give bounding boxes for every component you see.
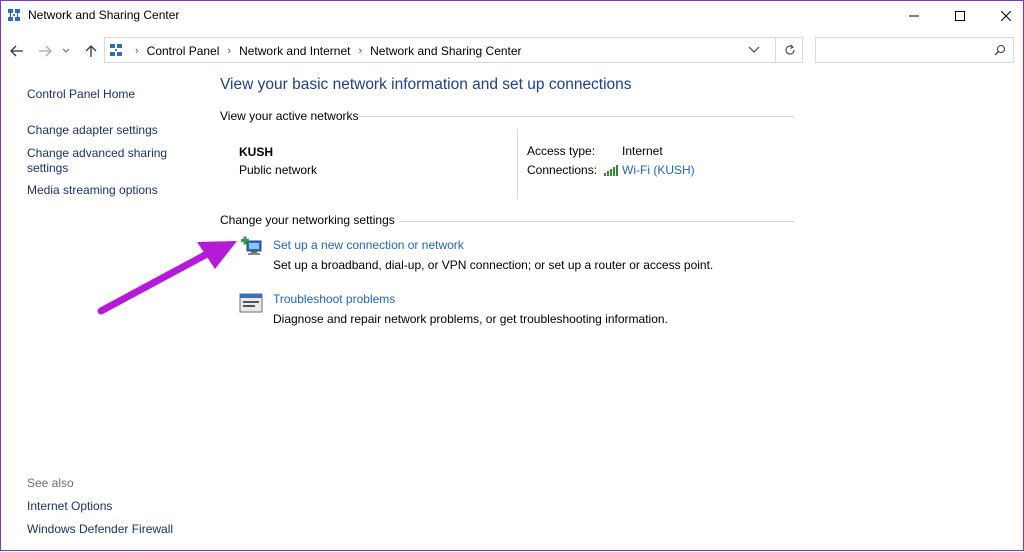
breadcrumb: › Control Panel › Network and Internet ›…: [127, 44, 522, 58]
media-streaming-options-link[interactable]: Media streaming options: [27, 183, 197, 198]
page-title: View your basic network information and …: [220, 76, 632, 93]
network-center-icon: [8, 9, 20, 21]
network-category: Public network: [239, 163, 318, 177]
divider: [399, 221, 794, 222]
new-connection-icon: [241, 236, 262, 255]
address-bar[interactable]: › Control Panel › Network and Internet ›…: [104, 37, 803, 63]
breadcrumb-separator-icon[interactable]: ›: [227, 45, 231, 57]
up-button[interactable]: [83, 43, 99, 59]
back-button[interactable]: [9, 43, 25, 59]
close-icon: [1001, 11, 1011, 21]
close-button[interactable]: [983, 1, 1024, 31]
windows-defender-firewall-link[interactable]: Windows Defender Firewall: [27, 522, 197, 537]
window-title: Network and Sharing Center: [28, 8, 180, 22]
internet-options-link[interactable]: Internet Options: [27, 499, 197, 514]
breadcrumb-network-and-internet[interactable]: Network and Internet: [239, 44, 350, 58]
maximize-icon: [955, 11, 965, 21]
recent-locations-button[interactable]: [61, 43, 71, 59]
divider: [359, 116, 794, 117]
divider: [517, 129, 518, 199]
window: Network and Sharing Center › Control Pan…: [0, 0, 1024, 551]
change-advanced-sharing-settings-link[interactable]: Change advanced sharing settings: [27, 146, 177, 176]
minimize-button[interactable]: [891, 1, 937, 31]
search-box[interactable]: [815, 37, 1014, 63]
see-also-label: See also: [27, 476, 74, 490]
breadcrumb-network-and-sharing-center[interactable]: Network and Sharing Center: [370, 44, 521, 58]
address-dropdown-icon[interactable]: [747, 44, 761, 56]
forward-arrow-icon: [39, 45, 52, 57]
wifi-signal-icon: [604, 165, 618, 176]
maximize-button[interactable]: [937, 1, 983, 31]
title-bar: Network and Sharing Center: [1, 1, 1023, 31]
search-icon[interactable]: [994, 44, 1006, 56]
forward-button[interactable]: [37, 43, 53, 59]
setup-new-connection-description: Set up a broadband, dial-up, or VPN conn…: [273, 258, 714, 272]
breadcrumb-control-panel[interactable]: Control Panel: [147, 44, 220, 58]
minimize-icon: [909, 15, 919, 17]
control-panel-icon: [110, 44, 122, 56]
setup-new-connection-link[interactable]: Set up a new connection or network: [273, 238, 464, 252]
troubleshoot-problems-description: Diagnose and repair network problems, or…: [273, 312, 668, 326]
access-type-value: Internet: [622, 144, 663, 158]
chevron-down-icon: [62, 48, 70, 53]
network-name: KUSH: [239, 145, 274, 159]
breadcrumb-separator-icon[interactable]: ›: [358, 45, 362, 57]
change-adapter-settings-link[interactable]: Change adapter settings: [27, 123, 197, 138]
wifi-connection-link[interactable]: Wi-Fi (KUSH): [622, 163, 695, 177]
connections-label: Connections:: [527, 163, 598, 177]
search-input[interactable]: [820, 39, 984, 63]
up-arrow-icon: [85, 45, 97, 57]
change-settings-heading: Change your networking settings: [220, 213, 395, 227]
control-panel-home-link[interactable]: Control Panel Home: [27, 87, 197, 102]
refresh-icon: [785, 44, 795, 55]
breadcrumb-separator-icon[interactable]: ›: [135, 45, 139, 57]
troubleshoot-problems-link[interactable]: Troubleshoot problems: [273, 292, 395, 306]
troubleshoot-icon: [239, 293, 263, 313]
refresh-button[interactable]: [775, 38, 804, 62]
back-arrow-icon: [10, 45, 23, 57]
active-networks-heading: View your active networks: [220, 109, 359, 123]
access-type-label: Access type:: [527, 144, 596, 158]
